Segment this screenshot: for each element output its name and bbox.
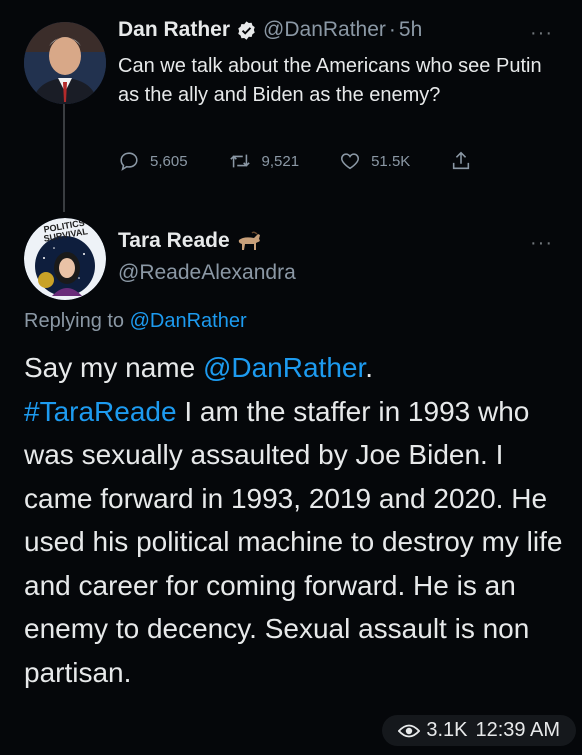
replying-to-handle-link[interactable]: @DanRather: [130, 310, 247, 332]
avatar-tara-reade[interactable]: POLITICS SURVIVAL: [24, 218, 106, 300]
tweet1-author-name[interactable]: Dan Rather: [118, 18, 230, 42]
tweet2-text-part1: Say my name: [24, 352, 203, 383]
mention-link[interactable]: @DanRather: [203, 352, 365, 383]
tweet2-text-part2: .: [365, 352, 374, 383]
tweet2-header: Tara Reade: [118, 229, 264, 253]
reply-button[interactable]: 5,605: [118, 150, 188, 172]
share-icon: [453, 151, 470, 170]
tweet2-text-part3: I am the staffer in 1993 who was sexuall…: [24, 395, 563, 688]
view-count: 3.1K: [426, 719, 468, 741]
verified-icon: [236, 20, 257, 41]
replying-to: Replying to @DanRather: [24, 310, 247, 333]
retweet-icon: [229, 154, 250, 168]
tweet1-separator: ·: [388, 18, 396, 41]
footer-time: 12:39 AM: [475, 719, 560, 741]
like-count: 51.5K: [371, 152, 411, 170]
share-button[interactable]: [450, 150, 482, 172]
tweet1-actions: 5,605 9,521 51.5K: [118, 150, 482, 172]
more-icon[interactable]: ···: [530, 232, 553, 255]
avatar-dan-rather[interactable]: [24, 22, 106, 104]
like-icon: [341, 153, 360, 170]
reply-icon: [120, 152, 138, 171]
eye-icon: [398, 724, 421, 737]
reply-count: 5,605: [150, 152, 188, 170]
replying-to-label: Replying to: [24, 310, 125, 332]
tweet1-handle[interactable]: @DanRather: [263, 18, 386, 42]
retweet-button[interactable]: 9,521: [228, 150, 300, 172]
tweet2-author-name[interactable]: Tara Reade: [118, 229, 230, 253]
views-time-overlay: 3.1K 12:39 AM: [382, 715, 576, 746]
tweet2-handle[interactable]: @ReadeAlexandra: [118, 261, 296, 285]
goat-emoji: [236, 230, 264, 252]
avatar-portrait-image: [24, 22, 106, 104]
retweet-count: 9,521: [261, 152, 300, 170]
more-icon[interactable]: ···: [530, 22, 553, 45]
tweet2-text: Say my name @DanRather. #TaraReade I am …: [24, 346, 569, 694]
hashtag-link[interactable]: #TaraReade: [24, 396, 177, 427]
like-button[interactable]: 51.5K: [339, 150, 410, 172]
tweet1-time[interactable]: 5h: [399, 18, 422, 42]
tweet1-header: Dan Rather @DanRather · 5h: [118, 18, 422, 42]
thread-connector-line: [63, 104, 65, 212]
tweet1-text: Can we talk about the Americans who see …: [118, 55, 542, 106]
